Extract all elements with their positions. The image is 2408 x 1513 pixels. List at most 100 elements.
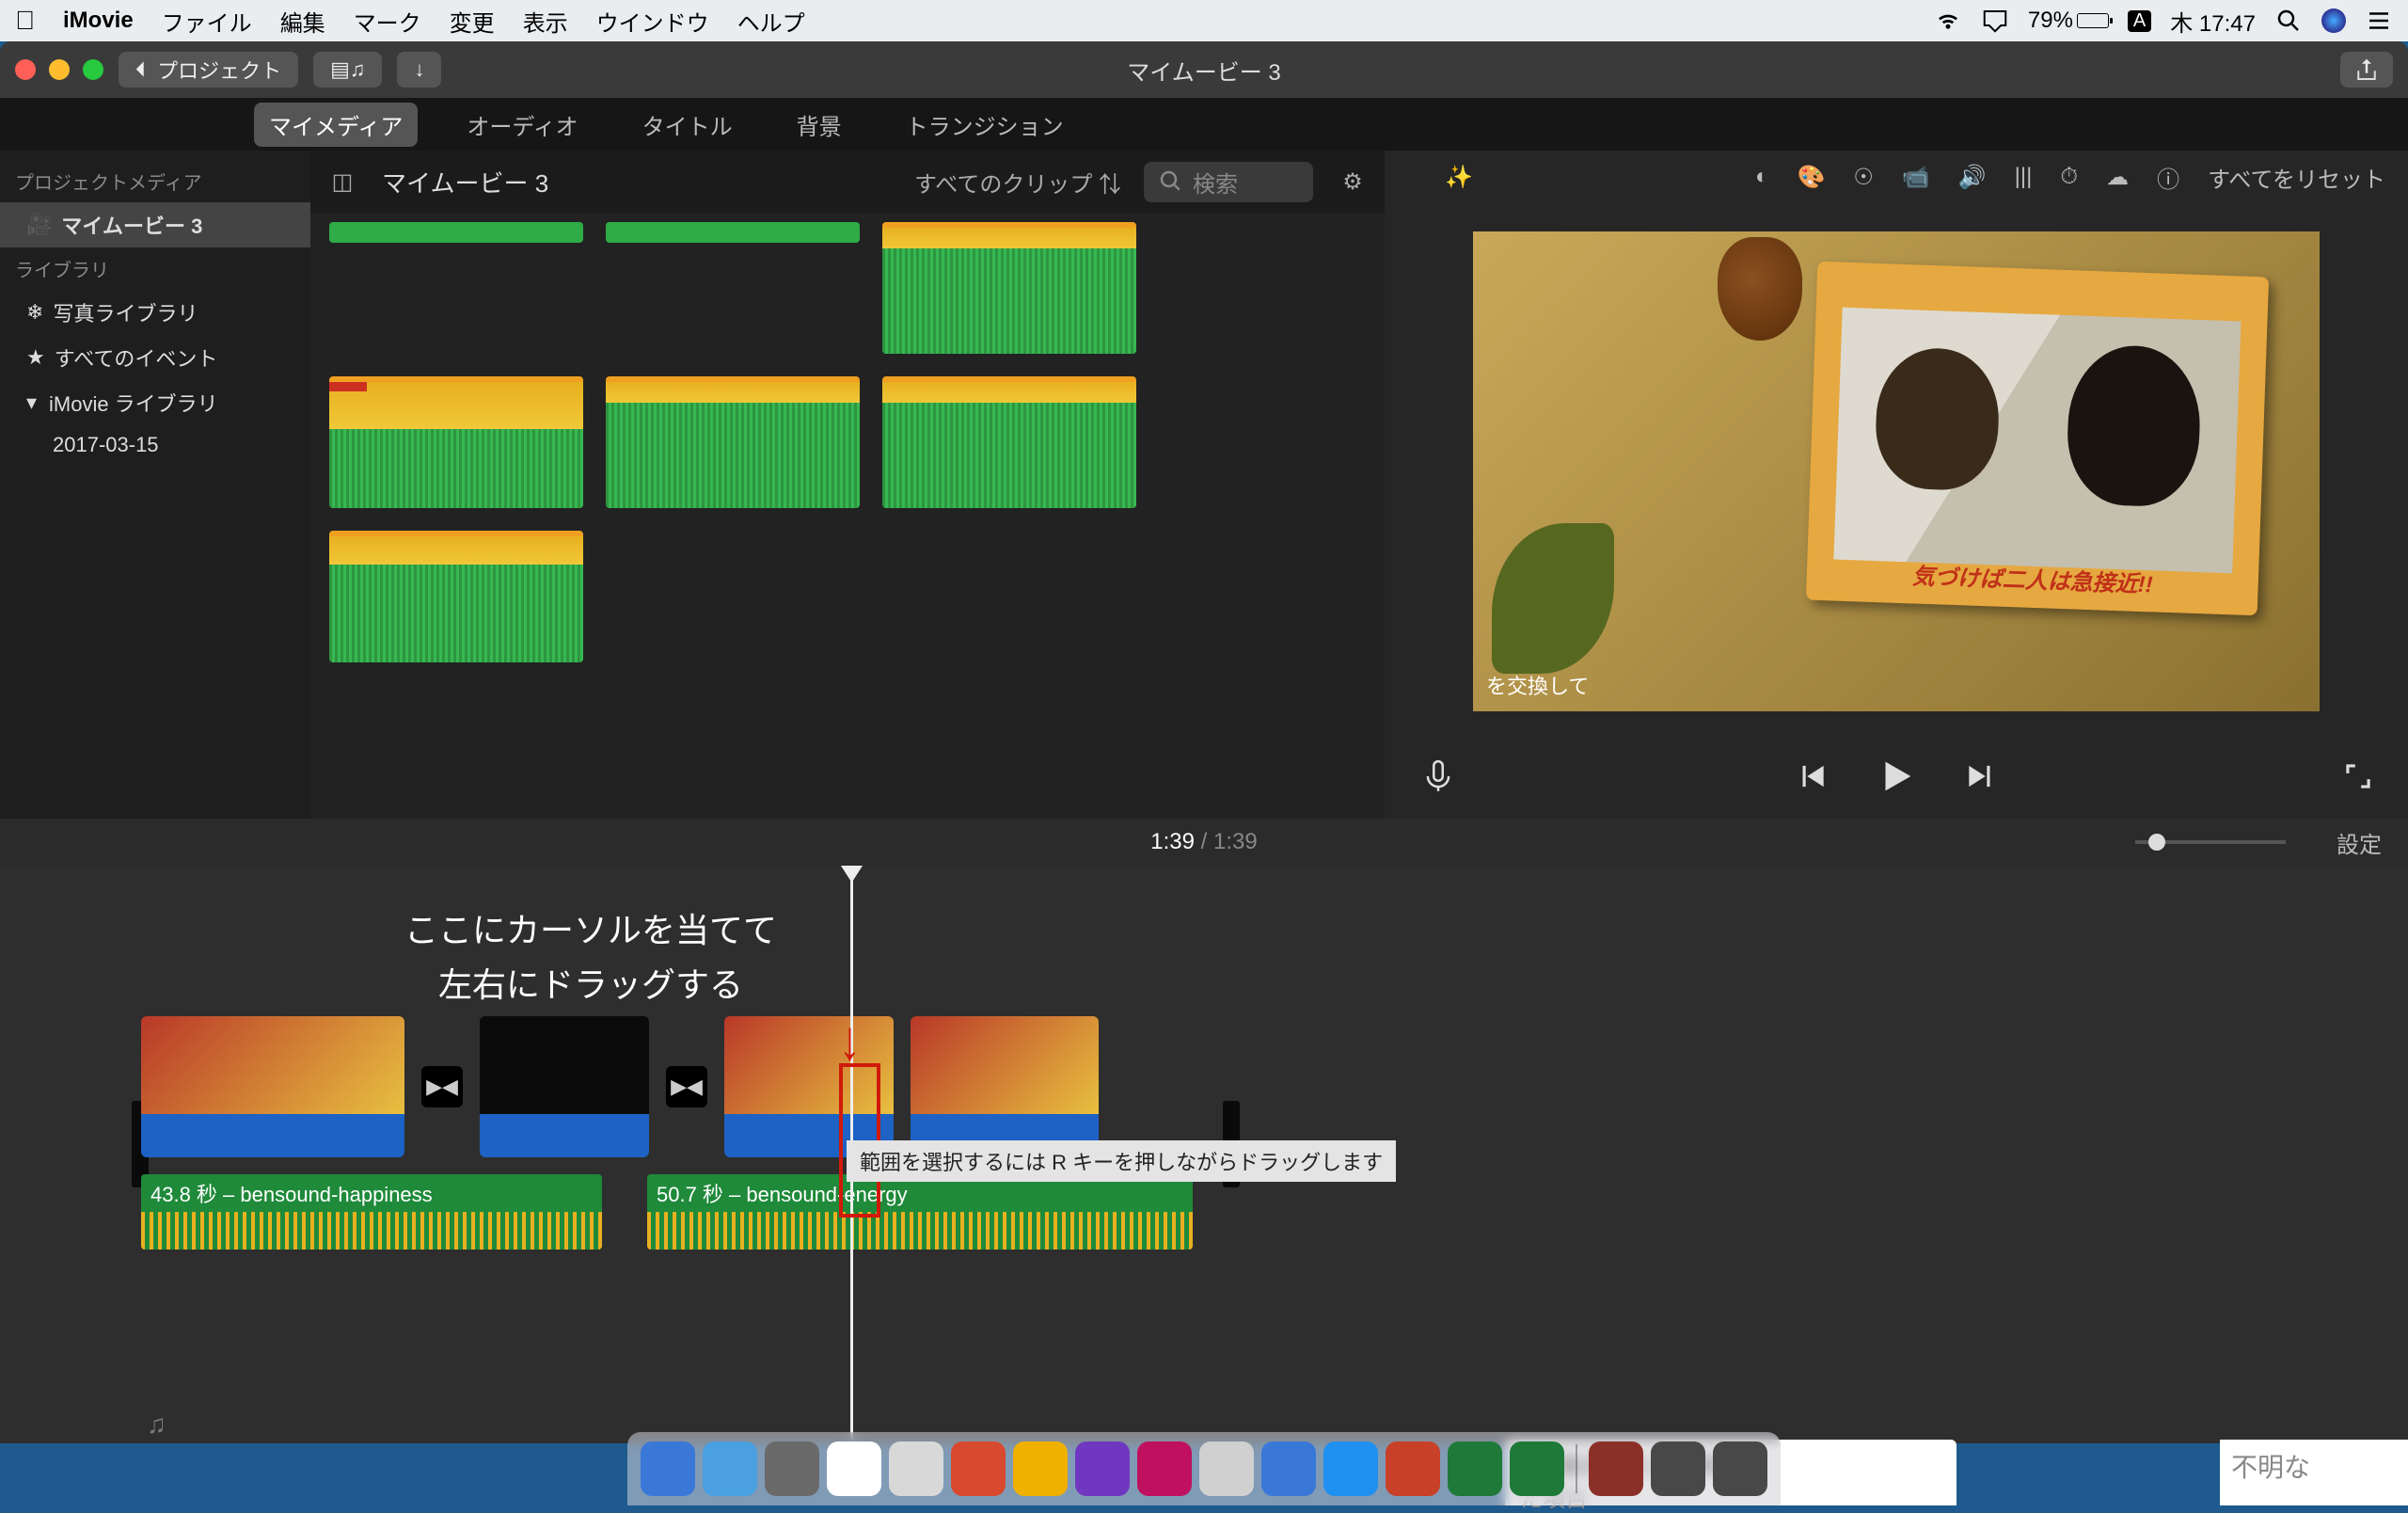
menubar-app[interactable]: iMovie <box>63 8 134 34</box>
equalizer-icon[interactable]: ||| <box>2015 164 2033 190</box>
audio-clip-thumbnail[interactable] <box>606 222 860 243</box>
battery-status[interactable]: 79% <box>2028 8 2109 34</box>
transition[interactable]: ▶◀ <box>666 1066 707 1107</box>
audio-clip-thumbnail[interactable] <box>882 222 1136 354</box>
fullscreen-button[interactable] <box>2340 758 2376 801</box>
ime-indicator[interactable]: A <box>2128 10 2151 32</box>
dock-app[interactable] <box>951 1441 1006 1496</box>
dock-app[interactable] <box>1448 1441 1502 1496</box>
browser-settings-button[interactable]: ⚙ <box>1336 165 1370 199</box>
transport-controls <box>1385 740 2408 819</box>
menu-help[interactable]: ヘルプ <box>737 5 805 38</box>
video-clip[interactable] <box>480 1016 649 1157</box>
imovie-window: ⏴ プロジェクト ▤♫ ↓ マイムービー 3 マイメディア オーディオ タイトル… <box>0 41 2408 1443</box>
mac-menubar:  iMovie ファイル 編集 マーク 変更 表示 ウインドウ ヘルプ 79%… <box>0 0 2408 41</box>
color-balance-icon[interactable]: ◐ <box>1755 164 1769 190</box>
info-icon[interactable]: ⓘ <box>2157 161 2179 194</box>
menu-edit[interactable]: 編集 <box>280 5 325 38</box>
notification-icon[interactable] <box>2365 7 2393 35</box>
audio-clip[interactable]: 50.7 秒 – bensound-energy <box>647 1174 1193 1250</box>
back-to-projects-button[interactable]: ⏴ プロジェクト <box>119 52 298 88</box>
media-toggle[interactable]: ▤♫ <box>313 52 382 88</box>
dock-app[interactable] <box>1075 1441 1130 1496</box>
dock-app[interactable] <box>641 1441 695 1496</box>
browser-breadcrumb[interactable]: マイムービー 3 <box>382 165 548 199</box>
clip-grid <box>310 213 1385 819</box>
audio-clip-thumbnail[interactable] <box>882 376 1136 508</box>
timeline-zoom-slider[interactable] <box>2135 840 2286 844</box>
menu-modify[interactable]: 変更 <box>450 5 495 38</box>
dock-app[interactable] <box>1013 1441 1068 1496</box>
minimize-button[interactable] <box>49 59 70 80</box>
tab-titles[interactable]: タイトル <box>627 103 748 147</box>
tab-mymedia[interactable]: マイメディア <box>254 103 418 147</box>
menubar-clock[interactable]: 木 17:47 <box>2170 5 2256 38</box>
tab-backgrounds[interactable]: 背景 <box>782 103 857 147</box>
sidebar-photo-library[interactable]: ❄写真ライブラリ <box>0 290 310 335</box>
audio-clip-thumbnail[interactable] <box>329 376 583 508</box>
dock-app[interactable] <box>1137 1441 1192 1496</box>
audio-clip-thumbnail[interactable] <box>329 222 583 243</box>
play-button[interactable] <box>1875 755 1918 804</box>
zoom-button[interactable] <box>83 59 103 80</box>
transition[interactable]: ▶◀ <box>421 1066 463 1107</box>
timeline[interactable]: ▶◀ ▶◀ 19.7 秒 43.8 秒 – bensound-happiness… <box>0 866 2408 1443</box>
audio-clip[interactable]: 43.8 秒 – bensound-happiness <box>141 1174 602 1250</box>
music-well-icon[interactable]: ♫ <box>147 1409 166 1440</box>
speed-icon[interactable]: ⏱ <box>2060 164 2078 190</box>
filter-icon[interactable]: ☁ <box>2106 164 2129 191</box>
wifi-icon[interactable] <box>1934 7 1962 35</box>
sidebar-event-date[interactable]: 2017-03-15 <box>0 425 310 465</box>
unknown-peek-window[interactable]: 不明な <box>2220 1440 2408 1505</box>
audio-clip-thumbnail[interactable] <box>329 531 583 662</box>
dock-app[interactable] <box>1713 1441 1767 1496</box>
dock-app[interactable] <box>765 1441 819 1496</box>
dock-app[interactable] <box>1510 1441 1564 1496</box>
dock-app[interactable] <box>703 1441 757 1496</box>
preview-frame[interactable]: 気づけば二人は急接近!! を交換して <box>1473 231 2320 711</box>
tab-transitions[interactable]: トランジション <box>891 103 1079 147</box>
dock-app[interactable] <box>827 1441 881 1496</box>
sidebar-imovie-library[interactable]: ▾iMovie ライブラリ <box>0 380 310 425</box>
timeline-settings-button[interactable]: 設定 <box>2337 826 2382 859</box>
menu-file[interactable]: ファイル <box>162 5 252 38</box>
stabilize-icon[interactable]: 📹 <box>1902 164 1930 191</box>
apple-icon[interactable]:  <box>15 6 35 36</box>
airplay-icon[interactable] <box>1981 7 2009 35</box>
menu-mark[interactable]: マーク <box>354 5 421 38</box>
dock-app[interactable] <box>1199 1441 1254 1496</box>
reset-all-button[interactable]: すべてをリセット <box>2208 161 2385 194</box>
dock-app[interactable] <box>1651 1441 1705 1496</box>
menu-view[interactable]: 表示 <box>523 5 568 38</box>
spotlight-icon[interactable] <box>2274 7 2303 35</box>
close-button[interactable] <box>15 59 36 80</box>
next-button[interactable] <box>1963 758 1999 801</box>
timecode-total: 1:39 <box>1213 829 1258 855</box>
search-input[interactable]: 検索 <box>1144 162 1313 202</box>
dock-app[interactable] <box>1323 1441 1378 1496</box>
video-clip[interactable] <box>141 1016 404 1157</box>
prev-button[interactable] <box>1794 758 1830 801</box>
video-clip[interactable] <box>911 1016 1099 1157</box>
color-correction-icon[interactable]: 🎨 <box>1797 164 1825 191</box>
share-button[interactable] <box>2340 52 2393 88</box>
media-tabs: マイメディア オーディオ タイトル 背景 トランジション <box>0 98 2408 151</box>
tab-audio[interactable]: オーディオ <box>452 103 593 147</box>
sidebar-toggle-button[interactable]: ◫ <box>325 165 359 199</box>
audio-clip-thumbnail[interactable] <box>606 376 860 508</box>
dock-app[interactable] <box>889 1441 943 1496</box>
dock-app[interactable] <box>1589 1441 1643 1496</box>
magic-wand-icon[interactable]: ✨ <box>1445 164 1473 191</box>
clip-filter[interactable]: すべてのクリップ ⇅ <box>914 166 1121 199</box>
sidebar-all-events[interactable]: ★すべてのイベント <box>0 335 310 380</box>
library-sidebar: プロジェクトメディア 🎥 マイムービー 3 ライブラリ ❄写真ライブラリ ★すべ… <box>0 151 310 819</box>
menu-window[interactable]: ウインドウ <box>596 5 709 38</box>
volume-icon[interactable]: 🔊 <box>1958 164 1987 191</box>
voiceover-button[interactable] <box>1420 758 1456 801</box>
sidebar-project[interactable]: 🎥 マイムービー 3 <box>0 202 310 247</box>
dock-app[interactable] <box>1386 1441 1440 1496</box>
siri-icon[interactable] <box>2321 8 2346 33</box>
import-button[interactable]: ↓ <box>397 52 441 88</box>
dock-app[interactable] <box>1261 1441 1316 1496</box>
crop-icon[interactable]: ☉ <box>1853 164 1874 191</box>
